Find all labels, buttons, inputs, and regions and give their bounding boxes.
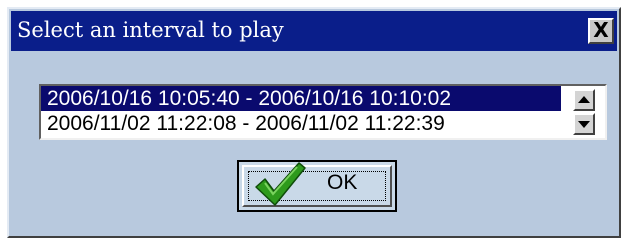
dialog-title: Select an interval to play: [17, 18, 284, 42]
ok-button[interactable]: OK: [237, 160, 397, 212]
interval-listbox[interactable]: 2006/10/16 10:05:40 - 2006/10/16 10:10:0…: [39, 84, 607, 140]
close-button[interactable]: X: [588, 18, 614, 44]
title-bar[interactable]: Select an interval to play X: [11, 11, 617, 51]
interval-list: 2006/10/16 10:05:40 - 2006/10/16 10:10:0…: [41, 86, 561, 138]
interval-dialog: Select an interval to play X 2006/10/16 …: [7, 7, 621, 238]
ok-button-label: OK: [327, 171, 358, 194]
list-item-interval-selected[interactable]: 2006/10/16 10:05:40 - 2006/10/16 10:10:0…: [41, 86, 561, 111]
scroll-up-arrow-icon: [578, 96, 590, 103]
green-checkmark-icon: [255, 162, 306, 206]
scroll-down-arrow-icon: [578, 121, 590, 128]
scroll-up-button[interactable]: [573, 89, 595, 111]
scroll-down-button[interactable]: [573, 113, 595, 135]
close-icon: X: [593, 18, 609, 42]
list-item-interval[interactable]: 2006/11/02 11:22:08 - 2006/11/02 11:22:3…: [41, 111, 561, 136]
list-scrollbar[interactable]: [561, 86, 605, 138]
